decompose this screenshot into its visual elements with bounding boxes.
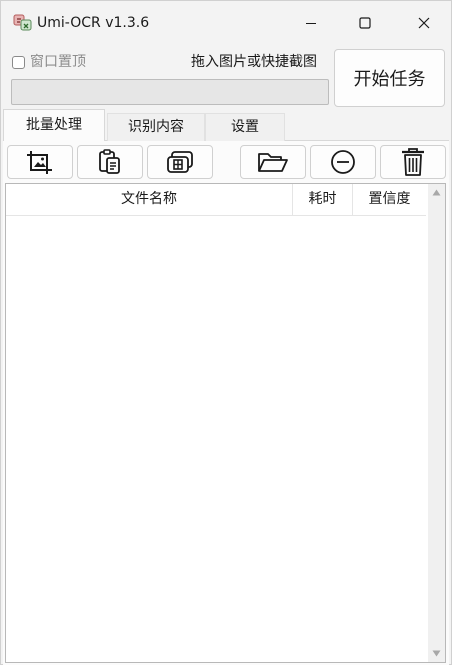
progress-bar	[11, 79, 329, 105]
app-window: Umi-OCR v1.3.6 窗口置顶 拖入图片或快捷截图 开始任务 批量处理 …	[0, 0, 452, 665]
column-header-time[interactable]: 耗时	[293, 184, 352, 215]
vertical-scrollbar[interactable]	[428, 184, 445, 662]
tab-settings[interactable]: 设置	[205, 113, 285, 141]
open-folder-button[interactable]	[240, 145, 306, 179]
window-capture-icon	[167, 151, 193, 173]
maximize-icon	[359, 17, 371, 29]
close-icon	[418, 17, 430, 29]
open-folder-icon	[258, 153, 288, 172]
app-logo-icon	[13, 13, 33, 33]
minimize-icon	[306, 23, 316, 24]
scroll-down-button[interactable]	[428, 645, 445, 662]
column-header-filename[interactable]: 文件名称	[6, 184, 292, 215]
window-topmost-label: 窗口置顶	[30, 54, 86, 70]
checkbox-box[interactable]	[12, 55, 25, 69]
paste-clipboard-icon	[99, 149, 120, 174]
window-topmost-checkbox[interactable]: 窗口置顶	[12, 53, 86, 71]
remove-item-icon	[331, 150, 355, 174]
paste-button[interactable]	[77, 145, 143, 179]
title-bar[interactable]: Umi-OCR v1.3.6	[1, 1, 451, 45]
table-header: 文件名称 耗时 置信度	[6, 184, 426, 216]
scroll-up-button[interactable]	[428, 184, 445, 201]
tab-batch[interactable]: 批量处理	[3, 109, 105, 141]
screenshot-button[interactable]	[7, 145, 73, 179]
maximize-button[interactable]	[338, 1, 392, 45]
trash-icon	[402, 148, 424, 176]
drop-hint-text: 拖入图片或快捷截图	[191, 54, 317, 70]
clear-list-button[interactable]	[380, 145, 446, 179]
scroll-up-arrow-icon	[432, 189, 441, 196]
window-capture-button[interactable]	[147, 145, 213, 179]
tab-results[interactable]: 识别内容	[107, 113, 205, 141]
minimize-button[interactable]	[284, 1, 338, 45]
remove-item-button[interactable]	[310, 145, 376, 179]
column-header-confidence[interactable]: 置信度	[353, 184, 426, 215]
close-button[interactable]	[397, 1, 451, 45]
start-task-button[interactable]: 开始任务	[334, 49, 445, 107]
table-body[interactable]	[6, 216, 426, 662]
file-table[interactable]: 文件名称 耗时 置信度	[5, 183, 446, 663]
window-title: Umi-OCR v1.3.6	[37, 15, 150, 31]
screenshot-image-icon	[27, 151, 52, 174]
scroll-down-arrow-icon	[432, 650, 441, 657]
